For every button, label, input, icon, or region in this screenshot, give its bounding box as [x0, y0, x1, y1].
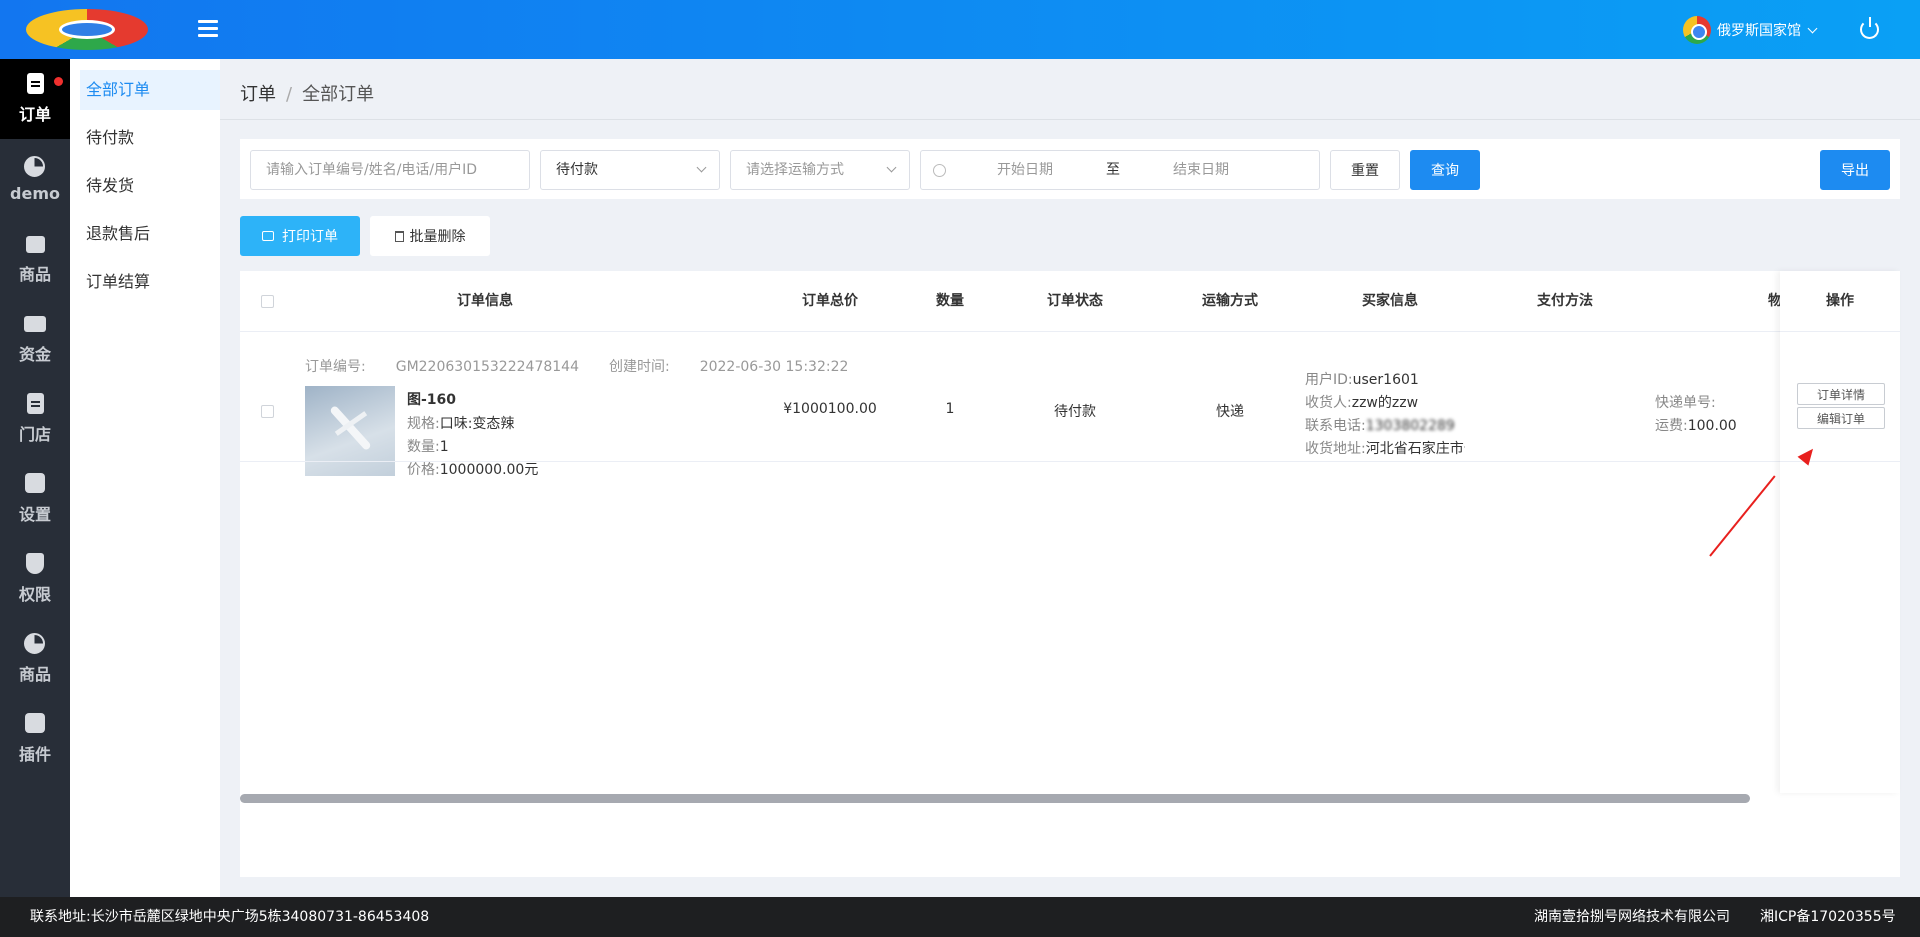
- buyer-uid: 用户ID:user1601: [1305, 372, 1419, 388]
- product-price: 价格:1000000.00元: [407, 462, 539, 478]
- pie-chart-icon: [24, 155, 46, 178]
- order-quantity: 1: [945, 401, 955, 417]
- breadcrumb-separator: /: [286, 84, 293, 105]
- sidebar-item-goods-2[interactable]: 商品: [0, 619, 70, 699]
- subnav-pending-payment[interactable]: 待付款: [80, 118, 220, 158]
- power-icon[interactable]: [1860, 17, 1879, 39]
- row-divider: [240, 461, 1900, 462]
- pie-chart-icon: [24, 633, 46, 655]
- order-created-time: 2022-06-30 15:32:22: [699, 359, 849, 375]
- query-button[interactable]: 查询: [1410, 150, 1480, 190]
- table-header-divider: [240, 331, 1900, 332]
- subnav-pending-shipment[interactable]: 待发货: [80, 166, 220, 206]
- reset-button[interactable]: 重置: [1330, 150, 1400, 190]
- tracking-number: 快递单号:: [1655, 395, 1716, 411]
- chevron-down-icon: [1807, 23, 1818, 33]
- select-all-checkbox[interactable]: [261, 295, 274, 308]
- clipboard-icon: [24, 393, 46, 415]
- column-header-order-info: 订单信息: [457, 293, 513, 309]
- menu-toggle-icon[interactable]: [198, 20, 218, 38]
- footer-address: 联系地址:长沙市岳麓区绿地中央广场5栋34080731-86453408: [30, 909, 430, 925]
- edit-order-button[interactable]: 编辑订单: [1797, 407, 1885, 429]
- chevron-down-icon: [696, 162, 707, 173]
- product-spec: 规格:口味:变态辣: [407, 416, 515, 432]
- buyer-receiver: 收货人:zzw的zzw: [1305, 395, 1419, 411]
- sidebar-item-goods[interactable]: 商品: [0, 219, 70, 299]
- store-name: 俄罗斯国家馆: [1717, 23, 1801, 39]
- start-date-input[interactable]: 开始日期: [997, 151, 1053, 189]
- order-number: GM220630153222478144: [395, 359, 579, 375]
- product-name: 图-160: [407, 392, 457, 408]
- export-button[interactable]: 导出: [1820, 150, 1890, 190]
- buyer-phone: 联系电话:1303802289: [1305, 418, 1455, 434]
- end-date-input[interactable]: 结束日期: [1173, 151, 1229, 189]
- subnav-refunds[interactable]: 退款售后: [80, 214, 220, 254]
- batch-delete-button[interactable]: 批量删除: [370, 216, 490, 256]
- notification-dot: [54, 77, 63, 86]
- footer: 联系地址:长沙市岳麓区绿地中央广场5栋34080731-86453408 湖南壹…: [0, 897, 1920, 937]
- shield-icon: [24, 553, 46, 575]
- orders-table: 订单信息 订单总价 数量 订单状态 运输方式 买家信息 支付方法 物 订单编号:…: [240, 271, 1900, 877]
- order-total: ¥1000100.00: [783, 401, 877, 417]
- trash-icon: [394, 230, 404, 242]
- column-header-quantity: 数量: [936, 293, 964, 309]
- top-bar: 俄罗斯国家馆: [0, 0, 1920, 59]
- sidebar-item-permissions[interactable]: 权限: [0, 539, 70, 619]
- sub-sidebar: 全部订单 待付款 待发货 退款售后 订单结算: [70, 59, 220, 897]
- puzzle-icon: [24, 473, 46, 495]
- buyer-address: 收货地址:河北省石家庄市长安: [1305, 441, 1465, 457]
- puzzle-icon: [24, 713, 46, 735]
- footer-company: 湖南壹拾捌号网络技术有限公司: [1534, 909, 1730, 925]
- search-input[interactable]: 请输入订单编号/姓名/电话/用户ID: [250, 150, 530, 190]
- breadcrumb-root[interactable]: 订单: [240, 84, 276, 105]
- subnav-all-orders[interactable]: 全部订单: [80, 70, 220, 110]
- status-select[interactable]: 待付款: [540, 150, 720, 190]
- sidebar-item-orders[interactable]: 订单: [0, 59, 70, 139]
- column-header-total: 订单总价: [802, 293, 858, 309]
- column-header-buyer: 买家信息: [1362, 293, 1418, 309]
- clock-icon: [933, 164, 946, 177]
- product-thumbnail[interactable]: [305, 386, 395, 476]
- operations-column: 操作 订单详情 编辑订单: [1780, 271, 1900, 793]
- column-header-status: 订单状态: [1047, 293, 1103, 309]
- subnav-settlement[interactable]: 订单结算: [80, 262, 220, 302]
- order-shipping: 快递: [1216, 404, 1244, 420]
- wallet-icon: [24, 313, 46, 335]
- divider: [220, 119, 1920, 120]
- logo[interactable]: [26, 9, 148, 50]
- store-avatar-icon: [1683, 16, 1711, 44]
- date-separator: 至: [1106, 162, 1120, 178]
- sidebar-item-settings[interactable]: 设置: [0, 459, 70, 539]
- sidebar-item-funds[interactable]: 资金: [0, 299, 70, 379]
- footer-icp[interactable]: 湘ICP备17020355号: [1760, 897, 1896, 937]
- column-header-operations: 操作: [1826, 293, 1854, 309]
- order-status: 待付款: [1054, 404, 1096, 420]
- sidebar-item-stores[interactable]: 门店: [0, 379, 70, 459]
- chevron-down-icon: [886, 162, 897, 173]
- order-meta: 订单编号: GM220630153222478144 创建时间: 2022-06-30…: [305, 359, 849, 375]
- print-orders-button[interactable]: 打印订单: [240, 216, 360, 256]
- order-detail-button[interactable]: 订单详情: [1797, 383, 1885, 405]
- main-sidebar: 订单 demo 商品 资金 门店 设置 权限 商品 插件: [0, 59, 70, 897]
- freight: 运费:100.00: [1655, 418, 1737, 434]
- store-switcher[interactable]: 俄罗斯国家馆: [1683, 15, 1818, 45]
- product-qty: 数量:1: [407, 439, 449, 455]
- column-header-shipping: 运输方式: [1202, 293, 1258, 309]
- filter-bar: 请输入订单编号/姓名/电话/用户ID 待付款 请选择运输方式 开始日期 至 结束…: [240, 139, 1900, 199]
- horizontal-scrollbar[interactable]: [240, 794, 1750, 803]
- printer-icon: [262, 231, 274, 241]
- clipboard-icon: [24, 73, 46, 95]
- row-checkbox[interactable]: [261, 405, 274, 418]
- sidebar-item-demo[interactable]: demo: [0, 139, 70, 219]
- bag-icon: [24, 233, 46, 255]
- column-header-payment: 支付方法: [1537, 293, 1593, 309]
- date-range-picker[interactable]: 开始日期 至 结束日期: [920, 150, 1320, 190]
- shipping-select[interactable]: 请选择运输方式: [730, 150, 910, 190]
- breadcrumb-current: 全部订单: [302, 84, 375, 105]
- sidebar-item-plugins[interactable]: 插件: [0, 699, 70, 779]
- breadcrumb: 订单 / 全部订单: [240, 80, 374, 106]
